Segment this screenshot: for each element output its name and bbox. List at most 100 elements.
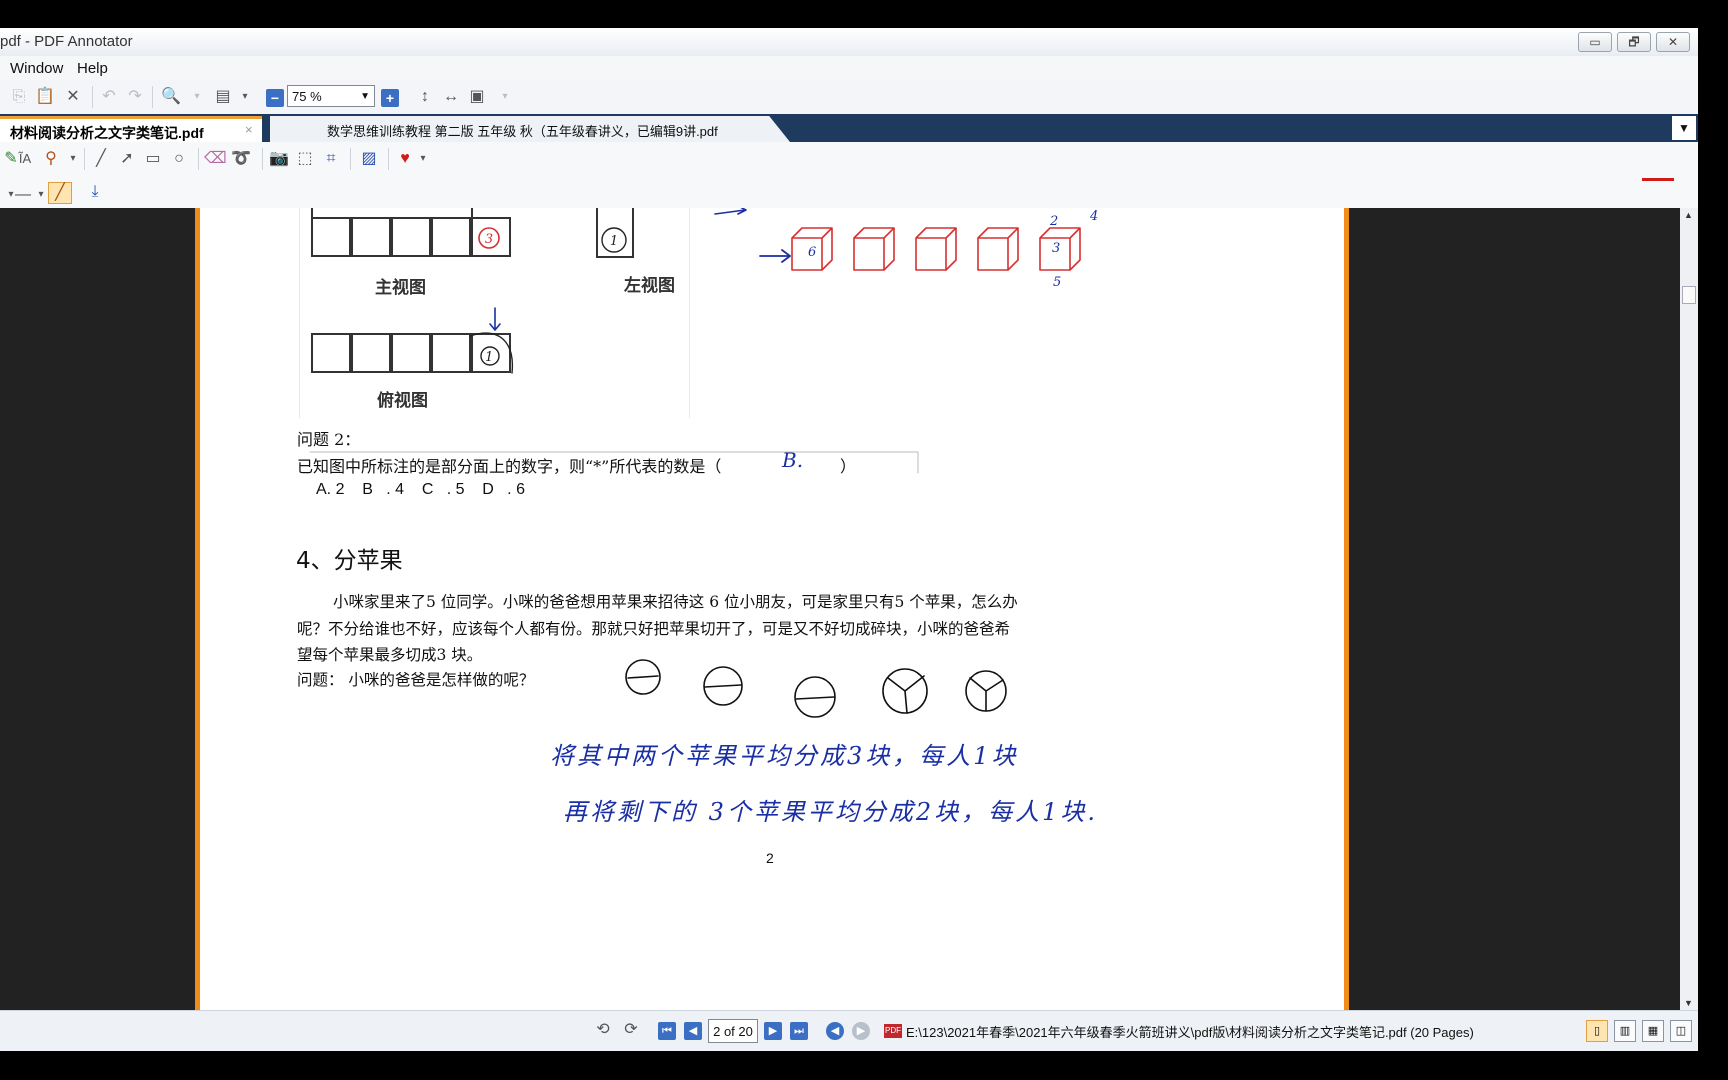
paragraph-line: 呢？不分给谁也不好，应该每个人都有份。那就只好把苹果切开了，可是又不好切成碎块，… xyxy=(297,620,1011,638)
menu-window[interactable]: Window xyxy=(10,60,63,77)
continuous-view-icon[interactable]: ▥ xyxy=(1614,1020,1636,1042)
vertical-scrollbar[interactable]: ▲ ▼ xyxy=(1680,208,1698,1010)
pdf-file-icon: PDF xyxy=(884,1024,902,1038)
zoom-out-button[interactable]: − xyxy=(266,89,284,107)
handwritten-answer: B. xyxy=(782,448,804,472)
handwritten-solution-line: 再将剩下的 3个苹果平均分成2块，每人1块. xyxy=(563,798,1099,826)
text-tool-icon[interactable]: ĨA xyxy=(14,149,36,169)
crop-icon[interactable]: ⌗ xyxy=(320,149,342,169)
insert-space-icon[interactable]: ⤓ xyxy=(84,182,106,202)
app-window: pdf - PDF Annotator ▭ 🗗 ✕ Window Help ⎘ … xyxy=(0,28,1698,1051)
page-number: 2 xyxy=(766,850,774,866)
undo-icon[interactable]: ↶ xyxy=(98,87,120,107)
forward-button[interactable]: ▶ xyxy=(852,1022,870,1040)
stamp-icon[interactable]: ⚲ xyxy=(40,149,62,169)
find-icon[interactable]: 🔍 xyxy=(160,87,182,107)
main-toolbar: ⎘ 📋 ✕ ↶ ↷ 🔍 ▾ ▤ ▾ − 75 % ▼ + ↕ ↔ ▣ ▾ xyxy=(0,80,1698,115)
ellipse-tool-icon[interactable]: ○ xyxy=(168,149,190,169)
chevron-down-icon: ▼ xyxy=(360,91,370,102)
question-2-close-paren: ） xyxy=(840,457,857,476)
tab-list-dropdown[interactable]: ▼ xyxy=(1672,116,1696,140)
page-number-field[interactable]: 2 of 20 xyxy=(708,1019,758,1043)
find-dropdown-icon[interactable]: ▾ xyxy=(186,87,208,107)
cube-number: 5 xyxy=(1053,275,1061,290)
question-2-options: A. 2 B . 4 C . 5 D . 6 xyxy=(316,481,525,498)
scroll-up-icon[interactable]: ▲ xyxy=(1684,210,1693,220)
toolbar-divider xyxy=(262,148,263,170)
scroll-thumb[interactable] xyxy=(1682,286,1696,304)
tab-label: 数学思维训练教程 第二版 五年级 秋（五年级春讲义，已编辑9讲.pdf xyxy=(327,124,718,139)
tab-second-document[interactable]: 数学思维训练教程 第二版 五年级 秋（五年级春讲义，已编辑9讲.pdf xyxy=(270,116,790,142)
select-text-icon[interactable]: ⬚ xyxy=(294,149,316,169)
zoom-select[interactable]: 75 % ▼ xyxy=(287,85,375,107)
document-viewport[interactable]: 主视图 左视图 俯视图 3 1 6 2 3 4 5 1 问题 2： 已知图中所标… xyxy=(0,208,1680,1010)
lasso-icon[interactable]: ➰ xyxy=(230,149,252,169)
zoom-in-button[interactable]: + xyxy=(381,89,399,107)
cube-number: 1 xyxy=(485,350,493,365)
favorites-dropdown-icon[interactable]: ▾ xyxy=(412,149,434,169)
close-button[interactable]: ✕ xyxy=(1656,32,1690,52)
stamp-dropdown-icon[interactable]: ▾ xyxy=(62,149,84,169)
facing-view-icon[interactable]: ▦ xyxy=(1642,1020,1664,1042)
paragraph-line: 小咪家里来了5 位同学。小咪的爸爸想用苹果来招待这 6 位小朋友，可是家里只有5… xyxy=(333,593,1018,611)
line-tool-icon[interactable]: ╱ xyxy=(90,149,112,169)
status-bar: ⟲ ⟳ ⏮ ◀ 2 of 20 ▶ ⏭ ◀ ▶ PDF E:\123\2021年… xyxy=(0,1010,1698,1051)
paste-icon[interactable]: 📋 xyxy=(34,87,56,107)
current-pen-color-swatch[interactable] xyxy=(1642,178,1674,181)
layout-dropdown-icon[interactable]: ▾ xyxy=(234,87,256,107)
pdf-page: 主视图 左视图 俯视图 3 1 6 2 3 4 5 1 问题 2： 已知图中所标… xyxy=(195,208,1349,1010)
rotate-left-icon[interactable]: ⟲ xyxy=(592,1020,614,1040)
tab-label: 材料阅读分析之文字类笔记.pdf xyxy=(10,125,204,141)
eraser-icon[interactable]: ⌫ xyxy=(204,149,227,169)
section-heading: 4、分苹果 xyxy=(296,548,403,574)
single-page-view-icon[interactable]: ▯ xyxy=(1586,1020,1608,1042)
toolbar-divider xyxy=(84,148,85,170)
toolbar-right-panel xyxy=(1624,142,1698,208)
scroll-down-icon[interactable]: ▼ xyxy=(1684,998,1693,1008)
arrow-tool-icon[interactable]: ➚ xyxy=(116,149,138,169)
pen-options-toolbar: ▾ — ▾ ╱ ⤓ xyxy=(0,178,1624,208)
window-title: pdf - PDF Annotator xyxy=(0,33,133,50)
handwritten-solution-line: 将其中两个苹果平均分成3块，每人1块 xyxy=(550,742,1019,770)
toolbar-divider xyxy=(388,148,389,170)
fit-height-icon[interactable]: ↕ xyxy=(414,87,436,107)
title-bar: pdf - PDF Annotator ▭ 🗗 ✕ xyxy=(0,28,1698,56)
first-page-button[interactable]: ⏮ xyxy=(658,1022,676,1040)
toolbar-divider xyxy=(350,148,351,170)
paragraph-line: 望每个苹果最多切成3 块。 xyxy=(297,646,483,664)
redo-icon[interactable]: ↷ xyxy=(124,87,146,107)
cube-number: 1 xyxy=(610,234,618,249)
fit-width-icon[interactable]: ↔ xyxy=(440,87,462,107)
toolbar-divider xyxy=(152,86,153,108)
two-page-view-icon[interactable]: ◫ xyxy=(1670,1020,1692,1042)
previous-page-button[interactable]: ◀ xyxy=(684,1022,702,1040)
view-dropdown-icon[interactable]: ▾ xyxy=(494,87,516,107)
cube-number: 3 xyxy=(485,232,493,247)
question-2-label: 问题 2： xyxy=(297,430,361,449)
menu-help[interactable]: Help xyxy=(77,60,108,77)
tab-close-icon[interactable]: × xyxy=(245,122,253,137)
image-icon[interactable]: ▨ xyxy=(358,149,380,169)
apple-question-label: 问题： 小咪的爸爸是怎样做的呢？ xyxy=(297,671,535,689)
cube-number: 2 xyxy=(1049,214,1058,229)
restore-button[interactable]: 🗗 xyxy=(1617,32,1651,52)
zoom-value: 75 % xyxy=(292,89,322,104)
snapshot-icon[interactable]: 📷 xyxy=(268,149,290,169)
back-button[interactable]: ◀ xyxy=(826,1022,844,1040)
annotation-toolbar: ✎ ĨA ⚲ ▾ ╱ ➚ ▭ ○ ⌫ ➰ 📷 ⬚ ⌗ ▨ ♥ ▾ xyxy=(0,142,1624,178)
cube-number: 4 xyxy=(1089,209,1098,224)
full-page-icon[interactable]: ▣ xyxy=(466,87,488,107)
rotate-right-icon[interactable]: ⟳ xyxy=(620,1020,642,1040)
delete-icon[interactable]: ✕ xyxy=(62,87,84,107)
next-page-button[interactable]: ▶ xyxy=(764,1022,782,1040)
copy-icon[interactable]: ⎘ xyxy=(8,87,30,107)
minimize-button[interactable]: ▭ xyxy=(1578,32,1612,52)
page-layout-icon[interactable]: ▤ xyxy=(212,87,234,107)
cube-number: 6 xyxy=(808,245,816,260)
tab-active-document[interactable]: 材料阅读分析之文字类笔记.pdf × xyxy=(0,116,262,142)
file-path: E:\123\2021年春季\2021年六年级春季火箭班讲义\pdf版\材料阅读… xyxy=(906,1025,1474,1040)
last-page-button[interactable]: ⏭ xyxy=(790,1022,808,1040)
toolbar-divider xyxy=(92,86,93,108)
rectangle-tool-icon[interactable]: ▭ xyxy=(142,149,164,169)
smooth-pen-icon[interactable]: ╱ xyxy=(48,182,72,204)
